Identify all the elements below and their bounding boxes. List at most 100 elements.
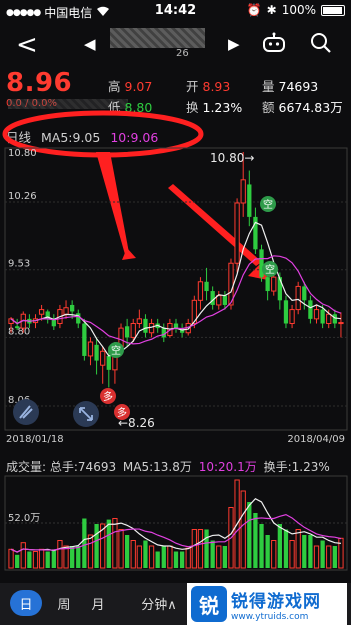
sell-marker: 空 bbox=[260, 196, 276, 212]
candle-body bbox=[173, 323, 179, 329]
candle-body bbox=[197, 281, 204, 301]
volume-bar bbox=[204, 529, 209, 568]
tab-day[interactable]: 日 bbox=[10, 590, 42, 616]
candle-body bbox=[136, 318, 142, 324]
volume-turnover: 换手:1.23% bbox=[263, 460, 330, 474]
candle-body bbox=[277, 277, 282, 301]
volume-ma10: 10:20.1万 bbox=[198, 460, 257, 474]
volume-bar bbox=[179, 551, 185, 568]
y-tick-label: 9.53 bbox=[8, 259, 30, 270]
volume-bar bbox=[82, 518, 87, 568]
candle-body bbox=[283, 300, 289, 324]
volume-bar bbox=[332, 546, 337, 568]
candle-body bbox=[253, 216, 258, 250]
volume-total: 总手:74693 bbox=[49, 460, 117, 474]
volume-bar bbox=[15, 554, 20, 568]
volume-bar bbox=[87, 534, 94, 569]
volume-bar bbox=[295, 529, 301, 569]
candle-body bbox=[15, 326, 20, 329]
candle-body bbox=[295, 285, 301, 311]
candle-body bbox=[320, 309, 325, 324]
volume-bar bbox=[167, 545, 173, 569]
volume-bar bbox=[271, 540, 277, 569]
volume-bar bbox=[148, 545, 155, 569]
y-tick-label: 10.26 bbox=[8, 191, 37, 202]
candle-body bbox=[130, 322, 136, 338]
volume-chart[interactable]: 52.0万 bbox=[0, 474, 351, 574]
volume-axis-label: 52.0万 bbox=[8, 513, 40, 524]
volume-bar bbox=[247, 502, 252, 568]
volume-bar bbox=[185, 547, 191, 569]
candle-body bbox=[210, 291, 215, 305]
candle-body bbox=[216, 295, 222, 306]
volume-bar bbox=[320, 540, 325, 568]
high-annotation: 10.80→ bbox=[210, 151, 254, 165]
sell-marker-text: 空 bbox=[263, 198, 273, 211]
volume-ma5: MA5:13.8万 bbox=[122, 460, 192, 474]
volume-bar bbox=[161, 546, 166, 568]
volume-bar bbox=[124, 535, 130, 568]
volume-bar bbox=[302, 535, 307, 568]
volume-bar bbox=[253, 513, 258, 568]
volume-bar bbox=[38, 548, 45, 569]
tab-minute[interactable]: 分钟∧ bbox=[132, 590, 186, 616]
volume-bar bbox=[32, 551, 39, 569]
volume-bar bbox=[130, 540, 136, 569]
volume-bar bbox=[76, 546, 81, 568]
candle-body bbox=[124, 326, 130, 338]
candle-body bbox=[87, 341, 94, 357]
volume-bar bbox=[259, 524, 264, 568]
watermark-url: www.ytruids.com bbox=[231, 611, 309, 622]
watermark-logo-icon: 锐 bbox=[191, 586, 227, 622]
sell-marker-2-text: 空 bbox=[265, 263, 275, 276]
sell-marker-2: 空 bbox=[262, 261, 278, 277]
candle-body bbox=[82, 323, 87, 356]
volume-bar bbox=[216, 545, 222, 569]
volume-bar bbox=[326, 545, 332, 569]
draw-tool-button[interactable] bbox=[13, 399, 39, 425]
tab-week[interactable]: 周 bbox=[50, 590, 78, 616]
candle-body bbox=[106, 355, 111, 370]
volume-header[interactable]: 成交量: 总手:74693 MA5:13.8万 10:20.1万 换手:1.23… bbox=[6, 458, 330, 475]
volume-bar bbox=[240, 490, 246, 569]
candlestick-chart[interactable]: 10.269.538.808.0610.80 10.80→ ←8.26 空 空 … bbox=[0, 144, 351, 434]
volume-bar bbox=[155, 551, 160, 568]
volume-title: 成交量: bbox=[6, 460, 47, 474]
volume-bar bbox=[222, 546, 228, 568]
candle-body bbox=[38, 309, 45, 315]
volume-bar bbox=[20, 542, 26, 569]
candle-body bbox=[143, 318, 148, 333]
volume-bar bbox=[45, 551, 50, 568]
ma5-line bbox=[10, 221, 342, 357]
volume-bar bbox=[173, 551, 179, 568]
candle-body bbox=[100, 350, 106, 366]
volume-bar bbox=[70, 546, 75, 568]
candle-body bbox=[302, 286, 307, 301]
candle-body bbox=[338, 322, 344, 325]
volume-bar bbox=[51, 549, 56, 568]
volume-bar bbox=[136, 545, 142, 569]
volume-bar bbox=[283, 529, 289, 568]
volume-bar bbox=[143, 540, 148, 568]
volume-bar bbox=[277, 524, 282, 568]
site-watermark: 锐 锐得游戏网 www.ytruids.com bbox=[187, 583, 347, 625]
buy-marker: 多 bbox=[100, 388, 116, 404]
candle-body bbox=[247, 184, 252, 217]
end-date: 2018/04/09 bbox=[287, 434, 345, 445]
y-top-label: 10.80 bbox=[8, 148, 37, 159]
candle-body bbox=[313, 309, 320, 320]
volume-bar bbox=[118, 529, 124, 569]
expand-button[interactable] bbox=[73, 401, 99, 427]
candle-body bbox=[332, 314, 337, 324]
candles bbox=[8, 152, 344, 388]
candle-body bbox=[204, 281, 209, 292]
candle-body bbox=[148, 322, 155, 334]
volume-bar bbox=[57, 540, 63, 569]
volume-bar bbox=[27, 551, 32, 568]
volume-bar bbox=[313, 545, 320, 569]
candle-body bbox=[326, 313, 332, 324]
buy-marker-2-text: 多 bbox=[117, 406, 127, 419]
volume-bar bbox=[94, 524, 99, 568]
volume-bar bbox=[289, 540, 295, 569]
tab-month[interactable]: 月 bbox=[84, 590, 112, 616]
